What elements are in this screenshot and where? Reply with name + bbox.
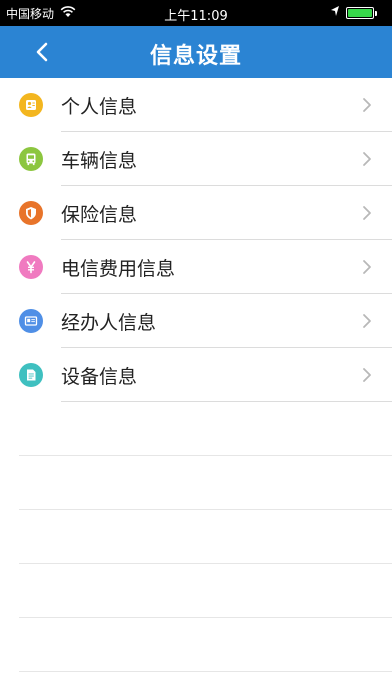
location-arrow-icon (330, 5, 340, 20)
empty-row-separator (19, 509, 392, 510)
settings-list: 个人信息 车辆信息 保险信息 电信费用信息 经办人信息 设备信息 (0, 78, 392, 402)
empty-row-separator (19, 563, 392, 564)
empty-row-separator (19, 617, 392, 618)
chevron-right-icon (363, 98, 371, 112)
list-item-personal-info[interactable]: 个人信息 (0, 78, 392, 132)
list-item-telecom-fee-info[interactable]: 电信费用信息 (0, 240, 392, 294)
battery-tip (375, 11, 377, 16)
yen-icon (19, 255, 43, 279)
list-item-vehicle-info[interactable]: 车辆信息 (0, 132, 392, 186)
list-item-label: 保险信息 (61, 204, 138, 226)
empty-row-separator (19, 671, 392, 672)
list-item-label: 经办人信息 (61, 312, 157, 334)
list-item-insurance-info[interactable]: 保险信息 (0, 186, 392, 240)
navigation-bar: 信息设置 (0, 26, 392, 78)
list-item-agent-info[interactable]: 经办人信息 (0, 294, 392, 348)
chevron-right-icon (363, 152, 371, 166)
empty-row-separator (19, 455, 392, 456)
chevron-right-icon (363, 314, 371, 328)
divider (61, 401, 392, 402)
page-title: 信息设置 (149, 44, 242, 69)
list-item-label: 设备信息 (61, 366, 138, 388)
list-item-label: 车辆信息 (61, 150, 138, 172)
id-card-icon (19, 309, 43, 333)
status-bar: 中国移动 上午11:09 (0, 0, 392, 26)
bus-icon (19, 147, 43, 171)
chevron-right-icon (363, 206, 371, 220)
chevron-right-icon (363, 368, 371, 382)
shield-icon (19, 201, 43, 225)
battery-level (348, 9, 372, 17)
battery-icon (346, 7, 374, 19)
list-item-label: 个人信息 (61, 96, 138, 118)
chevron-right-icon (363, 260, 371, 274)
person-card-icon (19, 93, 43, 117)
list-item-label: 电信费用信息 (61, 258, 176, 280)
document-icon (19, 363, 43, 387)
list-item-device-info[interactable]: 设备信息 (0, 348, 392, 402)
